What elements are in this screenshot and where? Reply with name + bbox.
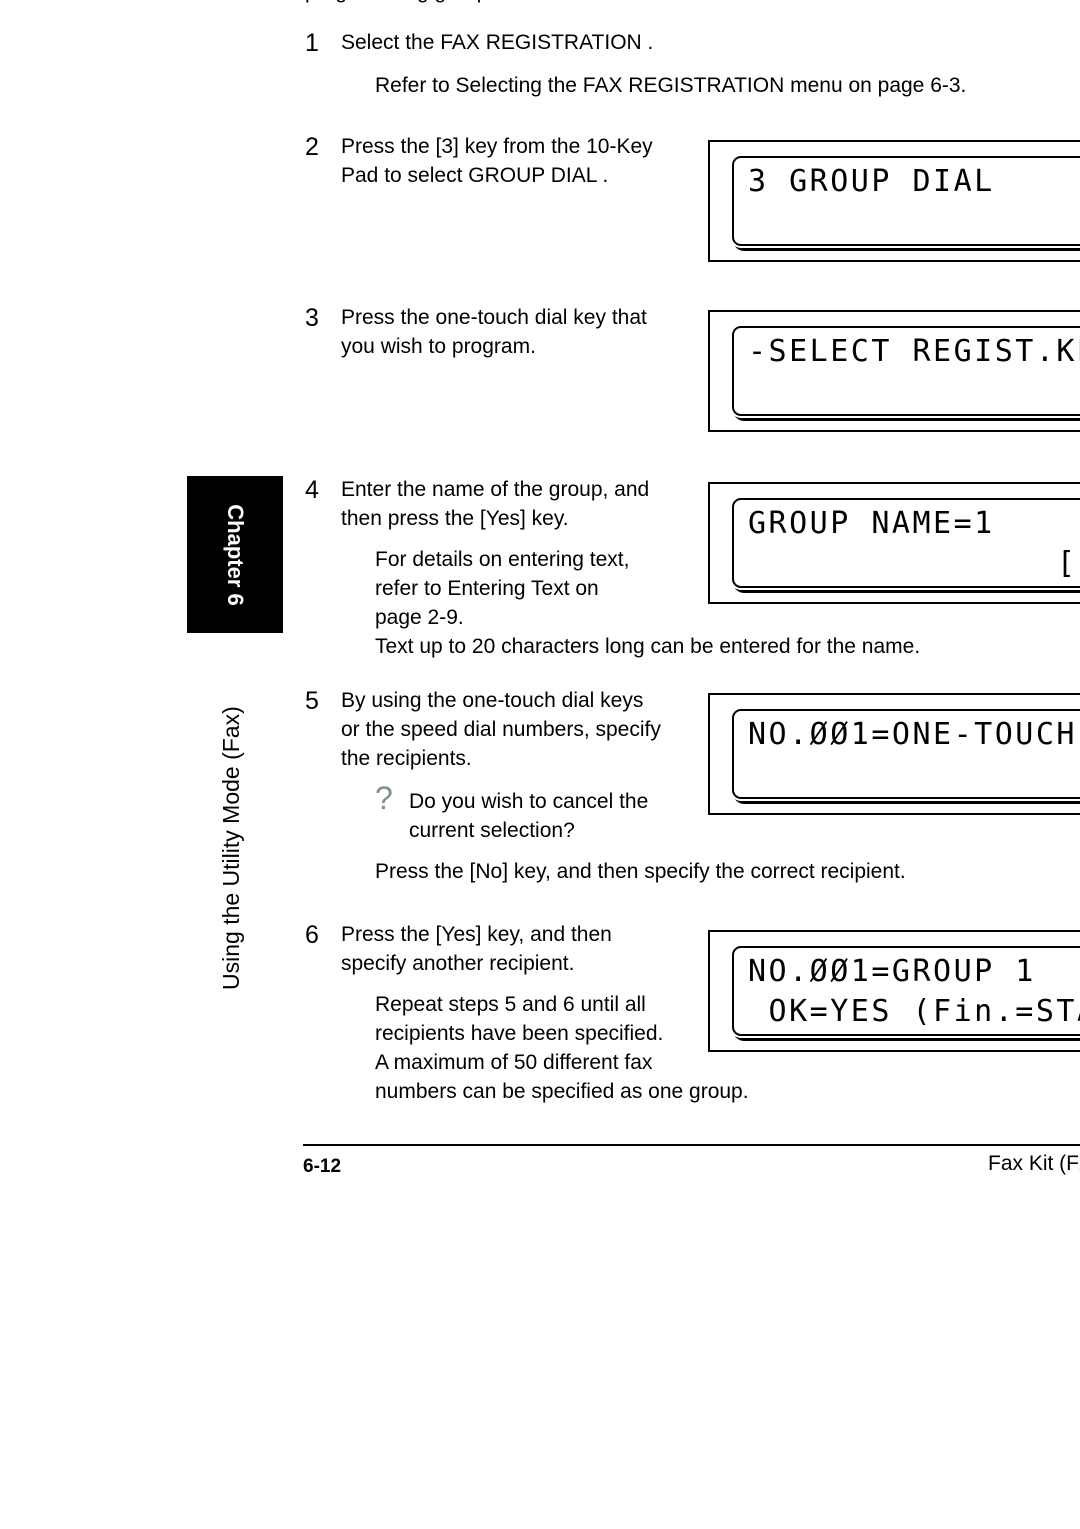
step-4-sub-line-1: For details on entering text,	[375, 548, 630, 571]
step-6-line-1: Press the [Yes] key, and then	[341, 923, 612, 946]
footer-page-number: 6-12	[303, 1156, 342, 1177]
step-4-line-1: Enter the name of the group, and	[341, 478, 650, 501]
step-4-sub-line-3: page 2-9.	[375, 606, 464, 629]
lcd-line-1: NO.ØØ1=GROUP 1	[748, 954, 1036, 989]
lcd-screen: GROUP NAME=1 [1	[732, 498, 1080, 588]
lcd-line-1: GROUP NAME=1	[748, 506, 995, 541]
step-5-wide-line-1: Press the [No] key, and then specify the…	[375, 860, 906, 883]
side-running-head: Using the Utility Mode (Fax)	[218, 390, 252, 990]
step-3-line-1: Press the one-touch dial key that	[341, 306, 647, 329]
lcd-panel-select-regist-key: -SELECT REGIST.KEY-	[708, 310, 1080, 432]
step-1-number: 1	[305, 29, 319, 57]
step-3-line-2: you wish to program.	[341, 335, 536, 358]
lcd-line-1: NO.ØØ1=ONE-TOUCH Ø1	[748, 717, 1077, 752]
step-5-line-2: or the speed dial numbers, specify	[341, 718, 661, 741]
footer-divider	[303, 1144, 1080, 1146]
lcd-panel-group-dial: 3 GROUP DIAL	[708, 140, 1080, 262]
step-6-sub-line-1: Repeat steps 5 and 6 until all	[375, 993, 646, 1016]
step-2-line-1: Press the [3] key from the 10-Key	[341, 135, 653, 158]
step-6-sub-line-4: numbers can be specified as one group.	[375, 1080, 749, 1103]
lcd-screen: 3 GROUP DIAL	[732, 156, 1080, 246]
step-3-number: 3	[305, 304, 319, 332]
manual-page: programming groups. 1 Select the FAX REG…	[0, 0, 1080, 1529]
top-cutoff-text: programming groups.	[305, 0, 725, 4]
step-4-sub-line-2: refer to Entering Text on	[375, 577, 599, 600]
step-6-line-2: specify another recipient.	[341, 952, 575, 975]
step-4-wide-line-1: Text up to 20 characters long can be ent…	[375, 635, 921, 658]
lcd-panel-group-confirm: NO.ØØ1=GROUP 1 OK=YES (Fin.=START)	[708, 930, 1080, 1052]
question-mark-icon: ?	[375, 780, 393, 816]
footer-document-title: Fax Kit (FX-3)	[988, 1152, 1080, 1175]
step-6-sub-line-2: recipients have been specified.	[375, 1022, 664, 1045]
step-2-line-2: Pad to select GROUP DIAL .	[341, 164, 609, 187]
step-4-number: 4	[305, 476, 319, 504]
side-running-head-label: Using the Utility Mode (Fax)	[218, 706, 244, 990]
lcd-line-2: OK=YES (Fin.=START)	[768, 994, 1080, 1029]
lcd-line-2: [1	[1056, 546, 1080, 581]
lcd-panel-group-name: GROUP NAME=1 [1	[708, 482, 1080, 604]
lcd-screen: NO.ØØ1=GROUP 1 OK=YES (Fin.=START)	[732, 946, 1080, 1036]
lcd-line-1: -SELECT REGIST.KEY-	[748, 334, 1080, 369]
step-5-note-line-2: current selection?	[409, 819, 575, 842]
step-6-number: 6	[305, 921, 319, 949]
lcd-panel-one-touch: NO.ØØ1=ONE-TOUCH Ø1	[708, 693, 1080, 815]
step-5-note-line-1: Do you wish to cancel the	[409, 790, 649, 813]
step-1-line-1: Select the FAX REGISTRATION .	[341, 31, 654, 54]
step-5-note: ? Do you wish to cancel the current sele…	[375, 782, 671, 845]
step-5-line-3: the recipients.	[341, 747, 472, 770]
step-6-sub-line-3: A maximum of 50 different fax	[375, 1051, 653, 1074]
lcd-line-1: 3 GROUP DIAL	[748, 164, 995, 199]
step-5-line-1: By using the one-touch dial keys	[341, 689, 644, 712]
step-4-line-2: then press the [Yes] key.	[341, 507, 569, 530]
step-5-number: 5	[305, 687, 319, 715]
lcd-screen: NO.ØØ1=ONE-TOUCH Ø1	[732, 709, 1080, 799]
step-1-sub-line-1: Refer to Selecting the FAX REGISTRATION …	[375, 74, 967, 97]
lcd-screen: -SELECT REGIST.KEY-	[732, 326, 1080, 416]
step-2-number: 2	[305, 133, 319, 161]
